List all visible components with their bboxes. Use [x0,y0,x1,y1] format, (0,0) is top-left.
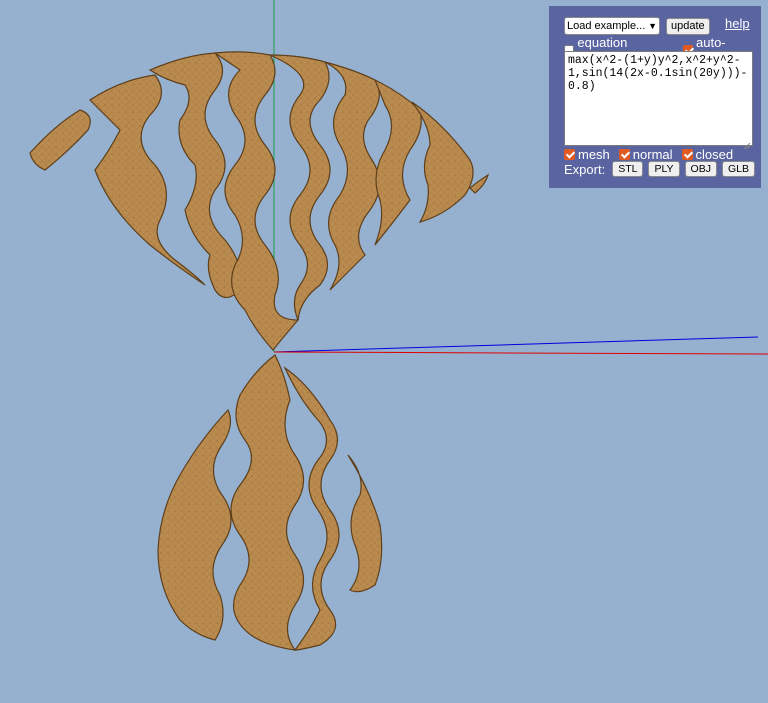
example-select-value: Load example... [567,20,646,32]
help-link[interactable]: help [725,16,750,31]
control-panel: Load example... ▼ update help equation p… [549,6,761,188]
normal-label: normal [632,147,673,162]
export-stl-button[interactable]: STL [612,161,644,177]
surface-top [29,51,490,351]
example-select[interactable]: Load example... ▼ [564,17,660,35]
resize-grip-icon[interactable] [743,137,751,150]
export-label: Export: [564,161,606,177]
export-row: Export: STL PLY OBJ GLB [564,161,755,177]
formula-textarea[interactable]: max(x^2-(1+y)y^2,x^2+y^2-1,sin(14(2x-0.1… [564,51,753,146]
z-axis-line [273,336,759,353]
export-glb-button[interactable]: GLB [721,161,755,177]
mesh-checkbox[interactable] [564,149,575,160]
normal-checkbox[interactable] [618,149,630,160]
chevron-down-icon: ▼ [648,21,657,31]
closed-checkbox[interactable] [681,149,693,160]
surface-bottom [157,354,383,651]
closed-label: closed [695,147,734,162]
render-options-row: mesh normal closed [564,147,733,162]
x-axis-line [273,351,768,355]
update-button[interactable]: update [666,17,710,35]
export-obj-button[interactable]: OBJ [684,161,717,177]
mesh-label: mesh [578,147,610,162]
export-ply-button[interactable]: PLY [648,161,680,177]
